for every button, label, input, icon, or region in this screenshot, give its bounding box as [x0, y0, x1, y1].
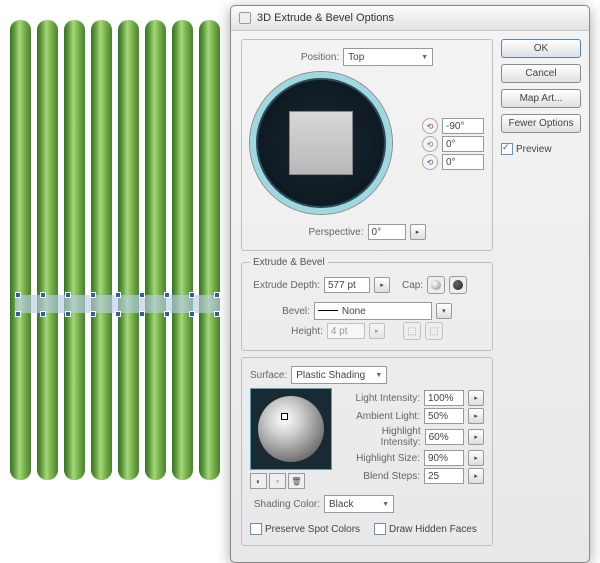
blend-steps-label: Blend Steps:: [363, 471, 420, 482]
fewer-options-button[interactable]: Fewer Options: [501, 114, 581, 133]
z-rotation-input[interactable]: 0°: [442, 154, 484, 170]
highlight-size-label: Highlight Size:: [356, 453, 420, 464]
window-icon: [239, 12, 251, 24]
height-stepper: ▸: [369, 323, 385, 339]
tube: [145, 20, 166, 480]
perspective-label: Perspective:: [308, 227, 363, 238]
light-intensity-label: Light Intensity:: [356, 393, 420, 404]
stepper[interactable]: ▸: [468, 429, 484, 445]
tube: [118, 20, 139, 480]
tube: [172, 20, 193, 480]
perspective-input[interactable]: 0°: [368, 224, 406, 240]
tube: [199, 20, 220, 480]
stepper[interactable]: ▸: [468, 450, 484, 466]
bevel-height-input: 4 pt: [327, 323, 365, 339]
dialog-titlebar[interactable]: 3D Extrude & Bevel Options: [231, 6, 589, 31]
cancel-button[interactable]: Cancel: [501, 64, 581, 83]
3d-extrude-bevel-dialog: 3D Extrude & Bevel Options Position: Top…: [230, 5, 590, 563]
highlight-size-input[interactable]: 90%: [424, 450, 464, 466]
ok-button[interactable]: OK: [501, 39, 581, 58]
depth-stepper[interactable]: ▸: [374, 277, 390, 293]
shading-color-dropdown[interactable]: Black▼: [324, 495, 394, 513]
map-art-button[interactable]: Map Art...: [501, 89, 581, 108]
bevel-height-label: Height:: [291, 326, 323, 337]
extrude-depth-input[interactable]: 577 pt: [324, 277, 370, 293]
preserve-spot-colors-checkbox[interactable]: Preserve Spot Colors: [250, 523, 360, 535]
tube: [91, 20, 112, 480]
y-rotation-input[interactable]: 0°: [442, 136, 484, 152]
highlight-intensity-input[interactable]: 60%: [425, 429, 465, 445]
stepper[interactable]: ▸: [468, 468, 484, 484]
cap-label: Cap:: [402, 280, 423, 291]
illustrator-canvas: [10, 20, 230, 480]
green-tubes: [10, 20, 230, 480]
bevel-in-icon: ⬚: [403, 322, 421, 340]
delete-light-icon[interactable]: 🗑: [288, 473, 305, 489]
shading-color-label: Shading Color:: [250, 499, 320, 510]
tube: [10, 20, 31, 480]
stepper[interactable]: ▸: [468, 408, 484, 424]
bevel-out-icon: ⬚: [425, 322, 443, 340]
extrude-bevel-group: Extrude & Bevel Extrude Depth: 577 pt ▸ …: [241, 257, 493, 351]
bevel-dropdown-arrow[interactable]: ▾: [436, 303, 452, 319]
preview-checkbox[interactable]: Preview: [501, 143, 581, 155]
tube: [37, 20, 58, 480]
stepper[interactable]: ▸: [468, 390, 484, 406]
x-axis-icon: ⟲: [422, 118, 438, 134]
perspective-stepper[interactable]: ▸: [410, 224, 426, 240]
cap-on-button[interactable]: [427, 276, 445, 294]
new-light-icon[interactable]: ▫: [269, 473, 286, 489]
x-rotation-input[interactable]: -90°: [442, 118, 484, 134]
dialog-title: 3D Extrude & Bevel Options: [257, 6, 394, 30]
draw-hidden-faces-checkbox[interactable]: Draw Hidden Faces: [374, 523, 477, 535]
position-group: Position: Top▼ ⟲-90° ⟲0° ⟲0°: [241, 39, 493, 251]
light-intensity-input[interactable]: 100%: [424, 390, 464, 406]
surface-dropdown[interactable]: Plastic Shading▼: [291, 366, 387, 384]
position-label: Position:: [301, 52, 339, 63]
rotation-cube-preview[interactable]: [250, 72, 392, 214]
extrude-depth-label: Extrude Depth:: [250, 280, 320, 291]
y-axis-icon: ⟲: [422, 136, 438, 152]
bevel-label: Bevel:: [282, 306, 310, 317]
extrude-bevel-legend: Extrude & Bevel: [250, 257, 328, 268]
position-dropdown[interactable]: Top▼: [343, 48, 433, 66]
highlight-intensity-label: Highlight Intensity:: [340, 426, 421, 448]
light-sphere-preview[interactable]: [250, 388, 332, 470]
z-axis-icon: ⟲: [422, 154, 438, 170]
light-back-icon[interactable]: ◐: [250, 473, 267, 489]
tube: [64, 20, 85, 480]
surface-group: Surface: Plastic Shading▼ ◐ ▫ 🗑: [241, 357, 493, 546]
surface-label: Surface:: [250, 370, 287, 381]
ambient-light-label: Ambient Light:: [356, 411, 420, 422]
cube-top-face: [289, 111, 353, 175]
light-handle[interactable]: [281, 413, 288, 420]
bevel-dropdown[interactable]: None: [314, 302, 432, 320]
cap-off-button[interactable]: [449, 276, 467, 294]
blend-steps-input[interactable]: 25: [424, 468, 464, 484]
ambient-light-input[interactable]: 50%: [424, 408, 464, 424]
